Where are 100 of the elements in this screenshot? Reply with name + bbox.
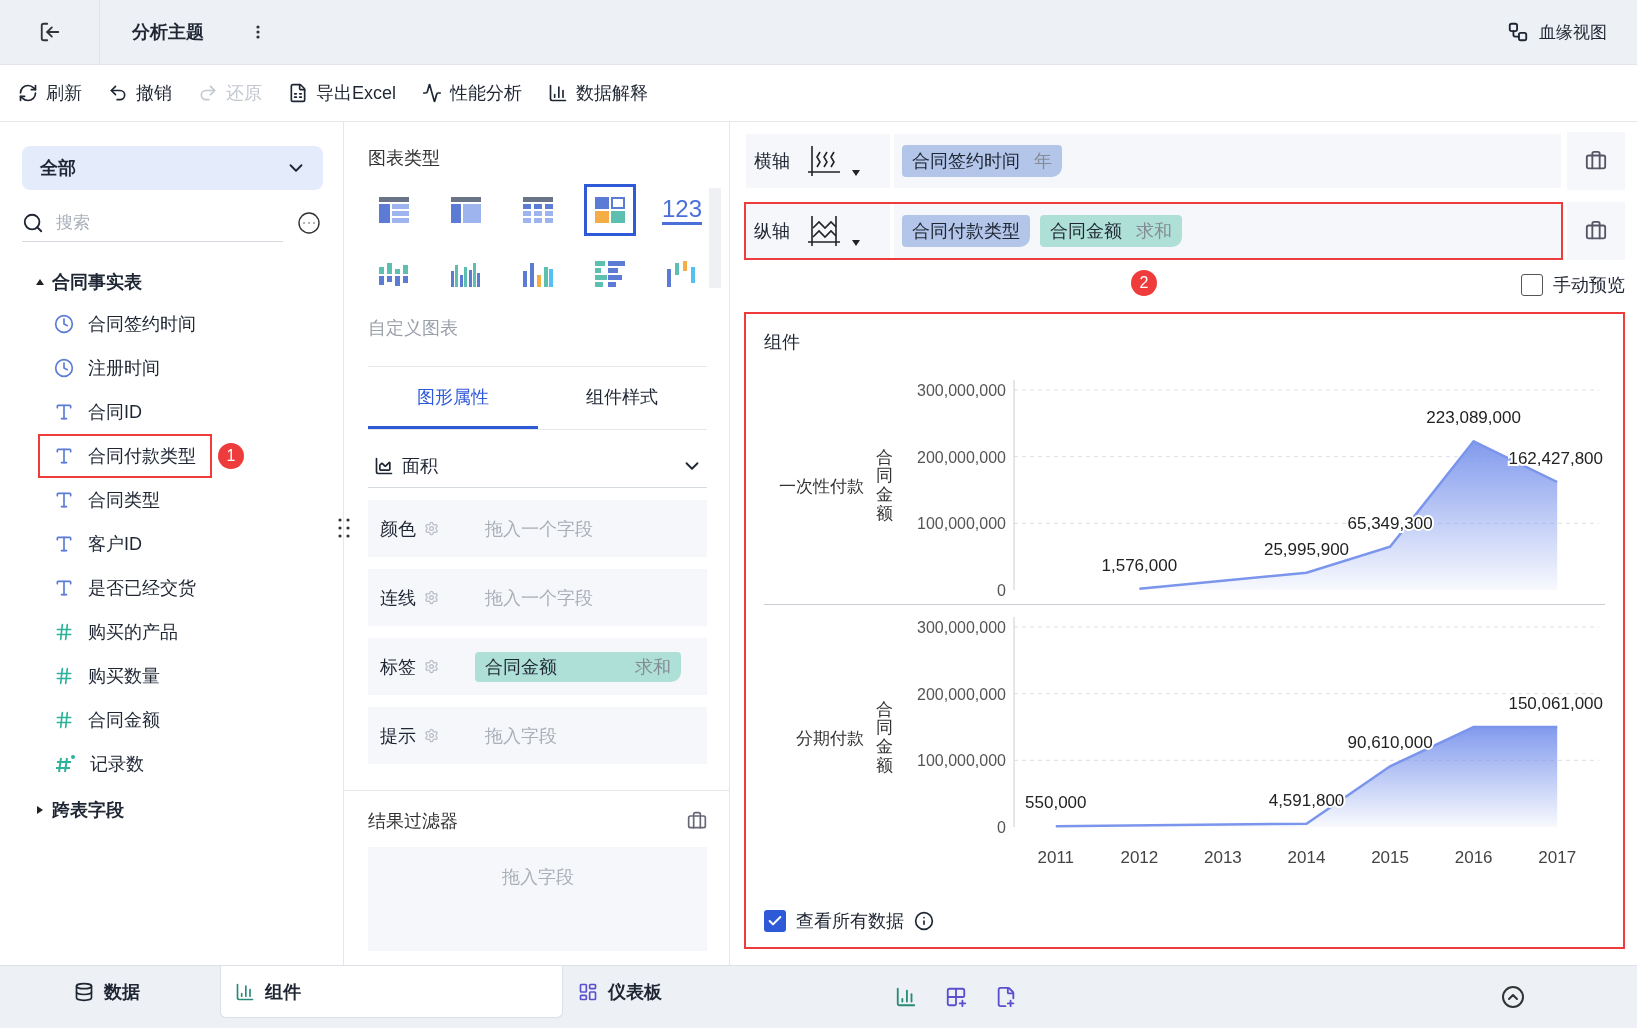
- page-title: 分析主题: [132, 21, 204, 44]
- bar-chart-icon: [523, 261, 553, 287]
- encoding-slot[interactable]: 提示 拖入字段: [368, 707, 707, 764]
- scope-dropdown[interactable]: 全部: [22, 146, 323, 190]
- table-group-toggle[interactable]: 跨表字段: [22, 790, 323, 830]
- data-label: 162,427,800: [1508, 449, 1603, 468]
- callout-badge: 2: [1131, 270, 1157, 296]
- toolbar-button[interactable]: 刷新: [18, 81, 82, 105]
- text-type-icon: [54, 578, 74, 598]
- axis-tick-label: 0: [997, 582, 1006, 599]
- hash-icon: [54, 666, 74, 686]
- field-item[interactable]: 客户ID: [38, 522, 158, 566]
- clock-icon: [54, 314, 74, 334]
- axis-tick-label: 2015: [1371, 848, 1409, 867]
- manual-preview-checkbox[interactable]: 手动预览: [1521, 273, 1625, 297]
- facet-label: 一次性付款: [778, 475, 864, 498]
- search-field[interactable]: 搜索: [54, 211, 234, 234]
- tiles-icon: [595, 197, 625, 223]
- info-icon: [914, 911, 934, 931]
- axis-tick-label: 2012: [1120, 848, 1159, 867]
- bottom-tab[interactable]: 仪表板: [563, 966, 893, 1018]
- toolbar-button[interactable]: 撤销: [108, 81, 172, 105]
- axis-tick-label: 0: [997, 819, 1006, 836]
- expand-caret-icon: [36, 806, 44, 814]
- data-label: 550,000: [1025, 793, 1087, 813]
- field-item[interactable]: 是否已经交货: [38, 566, 212, 610]
- collapse-caret-icon: [36, 278, 44, 286]
- text-type-icon: [54, 402, 74, 422]
- lineage-view-button[interactable]: 血缘视图: [1501, 19, 1613, 45]
- data-label: 25,995,900: [1263, 539, 1350, 559]
- undo-icon: [108, 83, 128, 103]
- text-type-icon: [54, 534, 74, 554]
- encoding-slot[interactable]: 标签 合同金额 求和: [368, 638, 707, 695]
- property-tab[interactable]: 组件样式: [537, 367, 707, 429]
- bar-chart-icon: [379, 261, 409, 287]
- field-item[interactable]: 购买的产品: [38, 610, 194, 654]
- field-item[interactable]: 记录数: [38, 742, 160, 786]
- redo-icon: [198, 83, 218, 103]
- file-plus-icon: [995, 986, 1017, 1008]
- axis-tick-label: 2011: [1037, 848, 1075, 867]
- dashboard-icon: [578, 981, 598, 1002]
- hash-icon: [54, 710, 74, 730]
- lineage-icon: [1507, 21, 1529, 43]
- text-type-icon: [54, 490, 74, 510]
- y-axis-title: 合同金额: [876, 700, 893, 776]
- toolbar-button[interactable]: 导出Excel: [288, 81, 396, 105]
- show-all-data-checkbox[interactable]: 查看所有数据: [764, 909, 1605, 933]
- table-icon: [379, 197, 409, 223]
- encoding-slot[interactable]: 连线 拖入一个字段: [368, 569, 707, 626]
- database-icon: [74, 981, 94, 1002]
- axis-tick-label: 200,000,000: [917, 448, 1006, 466]
- axis-tick-label: 2016: [1454, 848, 1493, 867]
- chart-type-option[interactable]: [584, 184, 636, 236]
- data-label: 90,610,000: [1347, 733, 1433, 753]
- table-group-toggle[interactable]: 合同事实表: [22, 262, 323, 302]
- calculated-hash-icon: [54, 754, 76, 774]
- facet-label: 分期付款: [795, 727, 864, 750]
- resize-handle[interactable]: [337, 517, 351, 539]
- more-icon: [297, 211, 321, 235]
- property-tab[interactable]: 图形属性: [368, 367, 538, 429]
- hash-icon: [54, 622, 74, 642]
- axis-tick-label: 2014: [1287, 848, 1326, 867]
- briefcase-icon: [1585, 150, 1607, 172]
- more-button[interactable]: [254, 23, 262, 41]
- search-icon: [22, 211, 44, 234]
- toolbar-button[interactable]: 数据解释: [548, 81, 648, 105]
- field-item[interactable]: 合同类型: [38, 478, 176, 522]
- data-label: 4,591,800: [1268, 790, 1345, 810]
- text-type-icon: [54, 446, 74, 466]
- field-item[interactable]: 合同ID: [38, 390, 158, 434]
- encoding-slot[interactable]: 颜色 拖入一个字段: [368, 500, 707, 557]
- dropdown-caret-icon[interactable]: [852, 170, 860, 176]
- field-item[interactable]: 合同签约时间: [38, 302, 212, 346]
- collapse-button[interactable]: [1499, 983, 1527, 1011]
- field-item[interactable]: 购买数量: [38, 654, 176, 698]
- more-button[interactable]: [295, 209, 323, 237]
- number-card-label: 123: [661, 195, 702, 225]
- settings-icon: [424, 521, 439, 536]
- y-axis-title: 合同金额: [876, 448, 893, 524]
- dropdown-caret-icon[interactable]: [852, 240, 860, 246]
- field-pill[interactable]: 合同签约时间 年: [902, 145, 1062, 177]
- clock-icon: [54, 358, 74, 378]
- card-title: 组件: [764, 331, 801, 354]
- section-title: 图表类型: [368, 147, 441, 170]
- mark-type-dropdown[interactable]: 面积: [368, 444, 707, 488]
- toolbar-button[interactable]: 性能分析: [422, 81, 522, 105]
- axis-shelf[interactable]: 纵轴 合同付款类型 合同金额 求和: [744, 202, 1563, 260]
- field-pill[interactable]: 合同付款类型: [902, 215, 1030, 247]
- bottom-tab[interactable]: 组件: [220, 966, 563, 1018]
- field-item[interactable]: 注册时间: [38, 346, 176, 390]
- exit-icon: [38, 21, 61, 43]
- bottom-tab[interactable]: 数据: [0, 966, 220, 1018]
- settings-icon: [424, 659, 439, 674]
- briefcase-icon: [1585, 220, 1607, 242]
- field-item[interactable]: 合同付款类型: [38, 434, 212, 478]
- field-pill[interactable]: 合同金额 求和: [1040, 215, 1182, 247]
- data-label: 223,089,000: [1426, 408, 1521, 428]
- axis-tick-label: 100,000,000: [917, 515, 1006, 533]
- field-item[interactable]: 合同金额: [38, 698, 176, 742]
- collapse-icon: [1501, 985, 1525, 1009]
